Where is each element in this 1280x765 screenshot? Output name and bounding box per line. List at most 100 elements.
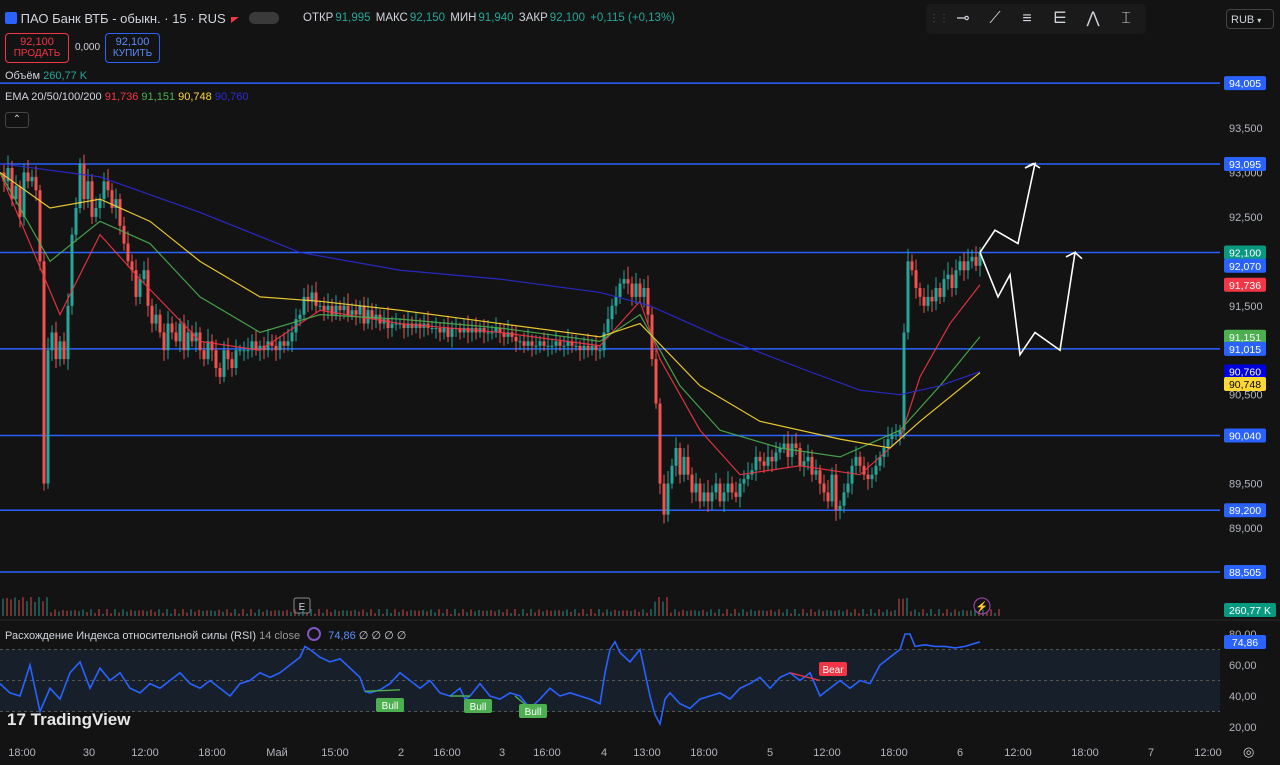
settings-icon[interactable] [307,627,322,641]
volume-bar [818,609,820,616]
volume-bar [690,610,692,616]
volume-bar [126,611,128,616]
time-settings-icon[interactable]: ◎ [1243,744,1254,760]
volume-bar [830,610,832,616]
candle-body [438,328,442,333]
currency-select[interactable]: RUB ▾ [1226,9,1274,29]
volume-bar [398,612,400,616]
candle-body [734,492,738,497]
rsi-title: Расхождение Индекса относительной силы (… [5,630,257,642]
volume-bar [866,613,868,616]
candle-body [926,296,930,306]
volume-bar [666,597,668,616]
candle-body [694,483,698,493]
volume-bar [490,610,492,616]
fib-icon[interactable]: ≡ [1016,8,1038,30]
volume-bar [838,609,840,616]
horizontal-line-icon[interactable]: ⊸ [952,8,974,30]
drag-handle-icon[interactable]: ⋮⋮ [928,8,950,30]
candle-body [26,172,30,182]
ema-legend[interactable]: EMA 20/50/100/200 91,736 91,151 90,748 9… [5,91,249,103]
chart-canvas[interactable]: 93,50093,00092,50091,50090,50089,50089,0… [0,0,1280,765]
volume-bar [534,612,536,616]
time-tick-label: 16:00 [533,747,561,759]
rsi-legend[interactable]: Расхождение Индекса относительной силы (… [5,627,406,642]
price-tick-label: 93,500 [1229,123,1263,135]
currency-label: RUB [1231,14,1255,26]
volume-bar [602,612,604,616]
volume-bar [766,610,768,616]
volume-value: 260,77 K [43,70,88,82]
volume-bar [850,612,852,616]
volume-bar [802,609,804,616]
volume-bar [206,610,208,616]
volume-bar [498,609,500,616]
volume-bar [546,609,548,616]
bull-divergence-label: Bull [470,702,487,713]
candle-body [394,323,398,325]
volume-bar [386,609,388,616]
candle-body [246,350,250,352]
visibility-toggle-icon[interactable] [248,12,279,24]
candle-body [870,474,874,480]
volume-bar [414,610,416,616]
trend-line-icon[interactable]: ⟋ [984,8,1006,30]
volume-legend[interactable]: Объём 260,77 K [5,70,87,82]
candle-body [414,323,418,328]
candle-body [554,341,558,346]
volume-bar [370,609,372,616]
event-marker: ⚡ [976,600,988,613]
volume-bar [190,609,192,616]
symbol-title[interactable]: ПАО Банк ВТБ - обыкн. · 15 · RUS [21,11,226,26]
time-tick-label: 12:00 [1004,747,1032,759]
volume-bar [98,609,100,616]
candle-body [74,208,78,235]
parallel-channel-icon[interactable]: ⋿ [1049,8,1071,30]
volume-bar [894,610,896,616]
candle-body [298,314,302,320]
volume-bar [698,610,700,616]
candle-body [850,465,854,484]
tradingview-logo[interactable]: 17 TradingView [7,710,130,730]
candle-body [486,332,490,334]
volume-bar [134,610,136,616]
collapse-legend-icon[interactable]: ⌃ [5,112,29,128]
volume-bar [378,609,380,616]
volume-bar [558,610,560,616]
candle-body [358,305,362,315]
candle-body [626,279,630,284]
buy-button[interactable]: 92,100 КУПИТЬ [105,33,160,63]
candle-body [238,350,242,352]
volume-bar [42,601,44,616]
candle-body [226,350,230,360]
candle-body [530,341,534,346]
volume-bar [786,609,788,616]
candle-body [930,296,934,302]
long-position-icon[interactable]: ⌶ [1115,8,1137,30]
volume-bar [102,613,104,616]
candle-body [634,283,638,297]
volume-bar [910,611,912,616]
candle-body [726,483,730,493]
volume-bar [82,609,84,616]
candle-body [842,492,846,506]
rsi-extra-3: ∅ [384,630,394,642]
candle-body [674,448,678,466]
ema50-value: 91,151 [141,91,176,103]
candle-body [222,350,226,377]
volume-bar [222,611,224,616]
candle-body [922,296,926,306]
pattern-icon[interactable]: ⋀ [1082,8,1104,30]
candle-body [242,350,246,352]
volume-bar [418,610,420,616]
candle-body [782,443,786,448]
sell-button[interactable]: 92,100 ПРОДАТЬ [5,33,69,63]
time-tick-label: 18:00 [8,747,36,759]
volume-bar [358,611,360,616]
candle-body [958,261,962,271]
candle-body [534,345,538,347]
volume-bar [814,611,816,616]
market-status-icon [231,17,240,23]
candle-body [942,279,946,297]
volume-bar [426,611,428,616]
